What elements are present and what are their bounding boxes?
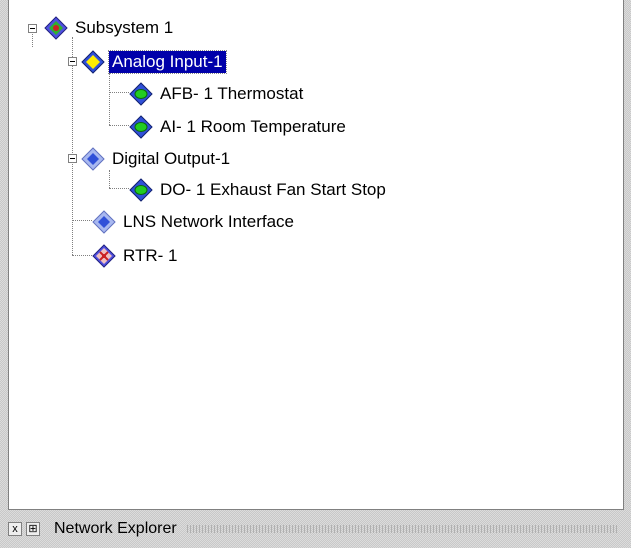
collapse-toggle-subsystem[interactable] [28,24,37,33]
tree-line [109,92,129,93]
tree-node-label: DO- 1 Exhaust Fan Start Stop [160,180,386,199]
tree-node-label: Analog Input-1 [108,50,227,74]
tree-node-do-1-exhaust-fan[interactable]: DO- 1 Exhaust Fan Start Stop [129,175,389,205]
tree-node-subsystem-1[interactable]: Subsystem 1 [44,13,176,43]
functional-block-yellow-icon [81,50,105,74]
panel-title: Network Explorer [54,520,177,537]
router-icon [92,244,116,268]
tree-node-ai-1-room-temperature[interactable]: AI- 1 Room Temperature [129,112,349,142]
device-green-icon [129,115,153,139]
collapse-toggle-analog-input[interactable] [68,57,77,66]
pin-panel-button[interactable]: ⊞ [26,522,40,536]
tree-line [72,37,73,255]
device-green-icon [129,82,153,106]
tree-line [72,255,92,256]
tree-node-rtr-1[interactable]: RTR- 1 [92,241,180,271]
network-tree-panel[interactable]: Subsystem 1 Analog Input-1 AFB- 1 Thermo… [8,0,624,510]
tree-line [109,125,129,126]
tree-node-digital-output-1[interactable]: Digital Output-1 [81,144,233,174]
tree-node-label: AI- 1 Room Temperature [160,117,346,136]
network-interface-icon [92,210,116,234]
tree-node-label: AFB- 1 Thermostat [160,84,304,103]
panel-drag-grip[interactable] [186,525,618,533]
tree-line [109,73,110,125]
tree-node-label: RTR- 1 [123,246,178,265]
collapse-toggle-digital-output[interactable] [68,154,77,163]
tree-line [109,188,129,189]
functional-block-blue-icon [81,147,105,171]
close-panel-button[interactable]: x [8,522,22,536]
tree-node-label: Subsystem 1 [75,18,174,37]
subsystem-icon [44,16,68,40]
tree-node-label: Digital Output-1 [112,149,231,168]
tree-node-analog-input-1[interactable]: Analog Input-1 [81,47,227,77]
panel-status-bar: x ⊞ Network Explorer [8,514,624,544]
tree-node-lns-network-interface[interactable]: LNS Network Interface [92,207,297,237]
tree-node-afb-1-thermostat[interactable]: AFB- 1 Thermostat [129,79,306,109]
tree-line [72,220,92,221]
tree-node-label: LNS Network Interface [123,212,295,231]
device-green-icon [129,178,153,202]
